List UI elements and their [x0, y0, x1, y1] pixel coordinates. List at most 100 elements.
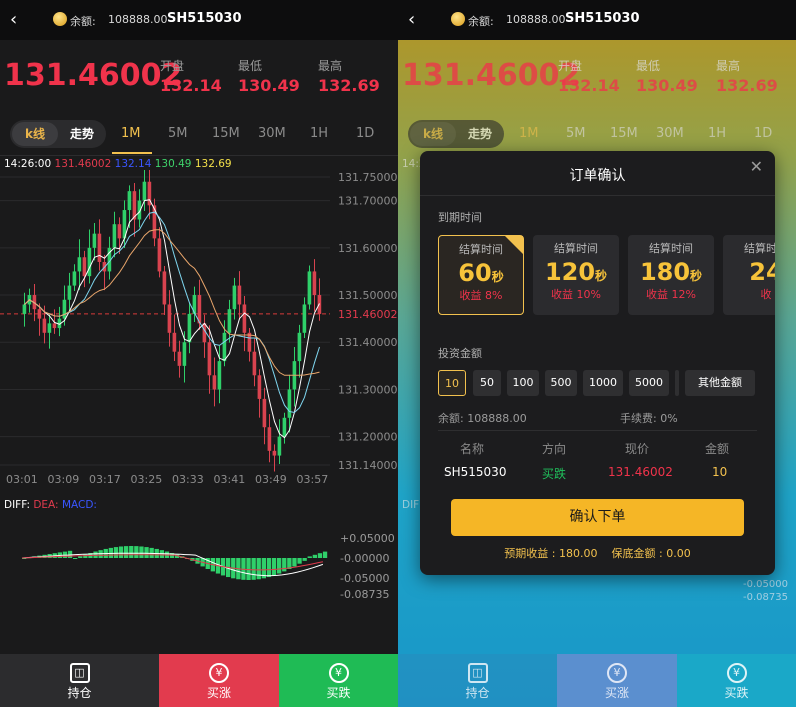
candle-body — [297, 332, 302, 362]
fee-info: 手续费: 0% — [620, 412, 678, 425]
macd-axis-faded: -0.05000 -0.08735 — [743, 578, 788, 604]
macd-bar — [118, 546, 124, 558]
amount-1000[interactable]: 1000 — [583, 370, 623, 396]
candlestick-chart[interactable]: 131.75000 131.70000 131.60000 131.50000 131.… — [0, 170, 398, 500]
card-number: 60 — [458, 259, 492, 287]
candle-body — [237, 285, 242, 305]
trend-tab[interactable]: 走势 — [60, 122, 104, 146]
buy-up-button[interactable]: ¥ 买涨 — [557, 654, 677, 707]
candle-body — [62, 299, 67, 319]
expiry-card-60[interactable]: 结算时间 60秒 收益 8% — [438, 235, 524, 315]
top-bar: ‹ 余额: 108888.00 SH515030 — [0, 0, 398, 40]
low-value: 130.49 — [636, 76, 698, 95]
amount-50[interactable]: 50 — [473, 370, 501, 396]
tf-1d[interactable]: 1D — [754, 126, 772, 141]
tf-1d[interactable]: 1D — [356, 126, 374, 141]
macd-bar — [302, 558, 307, 561]
macd-bar — [282, 558, 287, 572]
macd-tick-label: +0.05000 — [340, 532, 395, 545]
candle-body — [287, 389, 292, 418]
candle-body — [152, 205, 157, 239]
candle-body — [182, 342, 187, 366]
macd-bar — [256, 558, 261, 580]
diff-label: DIFF: — [4, 499, 30, 511]
candle-body — [252, 351, 257, 376]
back-icon[interactable]: ‹ — [10, 10, 17, 30]
hold-button[interactable]: ◫ 持仓 — [398, 654, 557, 707]
symbol-title: SH515030 — [167, 11, 242, 26]
time-tick-label: 03:49 — [255, 473, 287, 486]
amount-500[interactable]: 500 — [545, 370, 577, 396]
price-tick-label: 131.20000 — [338, 431, 398, 444]
tf-5m[interactable]: 5M — [566, 126, 586, 141]
macd-bar — [124, 546, 129, 558]
candle-body — [82, 257, 87, 277]
kline-tab[interactable]: k线 — [410, 122, 456, 146]
macd-legend: DIFF: DEA: MACD: — [4, 499, 97, 511]
active-tab-indicator — [112, 152, 152, 154]
amount-5000[interactable]: 5000 — [629, 370, 669, 396]
dialog-title: 订单确认 — [569, 168, 626, 184]
buy-down-label: 买跌 — [326, 686, 351, 700]
close-icon[interactable]: ✕ — [750, 157, 763, 176]
card-profit: 收益 10% — [551, 288, 601, 301]
macd-bar — [78, 556, 83, 558]
tf-1m[interactable]: 1M — [121, 126, 141, 141]
tf-30m[interactable]: 30M — [258, 126, 286, 141]
candle-body — [277, 436, 282, 456]
check-icon — [505, 236, 523, 254]
legend-value-2: 132.14 — [114, 158, 152, 170]
back-icon[interactable]: ‹ — [408, 10, 415, 30]
coin-icon — [53, 12, 67, 26]
macd-bar — [251, 558, 256, 580]
buy-up-button[interactable]: ¥ 买涨 — [159, 654, 279, 707]
low-label: 最低 — [238, 59, 263, 73]
high-value: 132.69 — [716, 76, 778, 95]
top-bar: ‹ 余额: 108888.00 SH515030 — [398, 0, 796, 40]
yuan-icon: ¥ — [328, 663, 349, 683]
tf-5m[interactable]: 5M — [168, 126, 188, 141]
current-price: 131.46002 — [4, 58, 183, 93]
tf-1h[interactable]: 1H — [708, 126, 726, 141]
open-label: 开盘 — [160, 59, 185, 73]
chart-tabs: k线 走势 1M 5M 15M 30M 1H 1D — [398, 112, 796, 156]
time-tick-label: 03:33 — [172, 473, 204, 486]
tf-1m[interactable]: 1M — [519, 126, 539, 141]
macd-bar — [322, 551, 328, 558]
expiry-card-partial[interactable]: 结算时间 24 收 — [723, 235, 775, 315]
buy-down-button[interactable]: ¥ 买跌 — [279, 654, 398, 707]
price-tick-label: 131.30000 — [338, 383, 398, 396]
tf-15m[interactable]: 15M — [610, 126, 638, 141]
amount-10[interactable]: 10 — [438, 370, 466, 396]
buy-down-button[interactable]: ¥ 买跌 — [677, 654, 796, 707]
hold-button[interactable]: ◫ 持仓 — [0, 654, 159, 707]
kline-tab[interactable]: k线 — [12, 122, 58, 146]
candle-body — [312, 271, 317, 296]
macd-chart: +0.05000 -0.00000 -0.05000 -0.08735 — [21, 532, 395, 601]
tf-30m[interactable]: 30M — [656, 126, 684, 141]
amount-label: 投资金额 — [438, 347, 482, 360]
card-number: 180 — [639, 258, 691, 286]
confirm-order-button[interactable]: 确认下单 — [451, 499, 744, 536]
footer-bar: ◫ 持仓 ¥ 买涨 ¥ 买跌 — [0, 654, 398, 707]
high-label: 最高 — [318, 59, 343, 73]
tf-15m[interactable]: 15M — [212, 126, 240, 141]
candle-body — [162, 271, 167, 305]
tf-1h[interactable]: 1H — [310, 126, 328, 141]
coins-icon: ◫ — [467, 663, 488, 683]
macd-bar — [307, 556, 312, 558]
expiry-card-120[interactable]: 结算时间 120秒 收益 10% — [533, 235, 619, 315]
candle-body — [157, 238, 162, 272]
time-tick-label: 03:25 — [131, 473, 163, 486]
macd-bar — [113, 547, 119, 558]
other-amount-button[interactable]: 其他金额 — [685, 370, 755, 396]
expiry-card-180[interactable]: 结算时间 180秒 收益 12% — [628, 235, 714, 315]
row-price: 131.46002 — [608, 465, 673, 479]
low-stat: 最低 130.49 — [238, 57, 300, 95]
card-profit: 收益 12% — [646, 288, 696, 301]
trend-tab[interactable]: 走势 — [458, 122, 502, 146]
footer-bar: ◫ 持仓 ¥ 买涨 ¥ 买跌 — [398, 654, 796, 707]
deposit-amount: 保底金额 : 0.00 — [611, 547, 691, 560]
ma-line-20 — [24, 229, 320, 376]
amount-100[interactable]: 100 — [507, 370, 539, 396]
